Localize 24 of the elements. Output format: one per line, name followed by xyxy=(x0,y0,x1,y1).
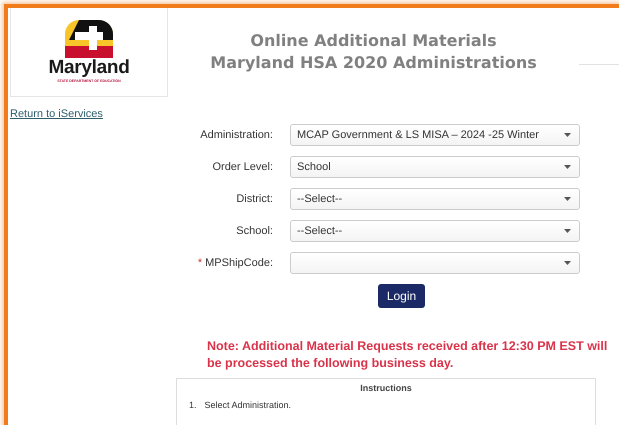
select-field[interactable]: School xyxy=(290,156,580,178)
caret-icon xyxy=(564,133,571,137)
step-text: Select Administration. xyxy=(204,400,292,410)
note-text: Note: Additional Material Requests received after 12:30 PM EST will be processed the following business day. xyxy=(207,338,608,372)
instructions-title: Instructions xyxy=(359,383,413,393)
field-label: * MPShipCode: xyxy=(196,257,273,269)
return-link[interactable]: Return to iServices xyxy=(10,108,103,120)
caret-icon xyxy=(564,229,571,233)
step-number: 1. xyxy=(189,400,197,410)
field-label: School: xyxy=(235,225,273,237)
select-field[interactable] xyxy=(290,252,580,274)
field-label: Administration: xyxy=(199,129,273,141)
login-button[interactable]: Login xyxy=(378,284,425,308)
select-field[interactable]: --Select-- xyxy=(290,220,580,242)
select-field[interactable]: MCAP Government & LS MISA – 2024 -25 Winter xyxy=(290,124,580,146)
page-title: Maryland HSA 2020 Administrations xyxy=(210,52,537,74)
field-label: Order Level: xyxy=(211,161,273,173)
field-label: District: xyxy=(235,193,273,205)
caret-icon xyxy=(564,165,571,169)
caret-icon xyxy=(564,197,571,201)
caret-icon xyxy=(564,261,571,265)
select-field[interactable]: --Select-- xyxy=(290,188,580,210)
page-title: Online Additional Materials xyxy=(250,30,497,52)
logo-name: Maryland xyxy=(48,58,130,78)
